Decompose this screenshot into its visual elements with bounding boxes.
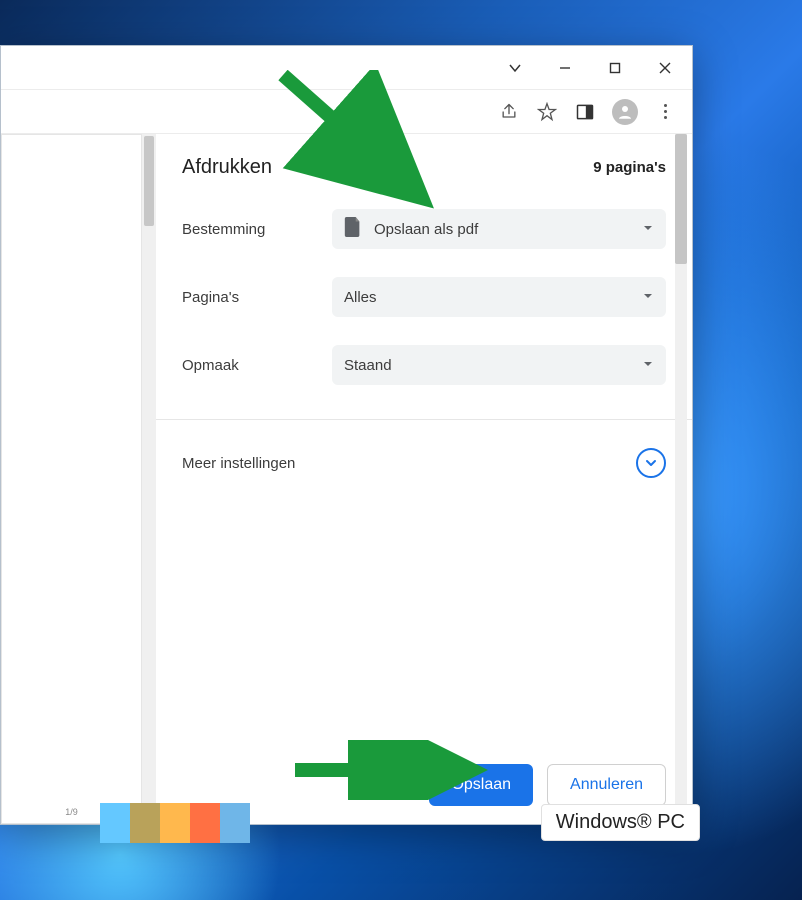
browser-window: 1/9 Afdrukken 9 pagina's Bestemming Opsl… [0, 45, 693, 825]
share-icon[interactable] [498, 101, 520, 123]
layout-select[interactable]: Staand [332, 345, 666, 385]
minimize-button[interactable] [542, 50, 588, 86]
panel-title: Afdrukken [182, 156, 272, 179]
destination-label: Bestemming [182, 221, 332, 238]
tab-dropdown-button[interactable] [492, 50, 538, 86]
profile-avatar[interactable] [612, 99, 638, 125]
print-dialog-content: 1/9 Afdrukken 9 pagina's Bestemming Opsl… [1, 134, 692, 824]
layout-value: Staand [344, 357, 392, 374]
more-settings-label: Meer instellingen [182, 455, 295, 472]
pages-row: Pagina's Alles [182, 277, 666, 317]
cancel-button-label: Annuleren [570, 776, 643, 794]
color-swatch [220, 803, 250, 843]
browser-toolbar [1, 90, 692, 134]
print-preview-column: 1/9 [1, 134, 156, 824]
maximize-button[interactable] [592, 50, 638, 86]
more-settings-row[interactable]: Meer instellingen [182, 420, 666, 506]
print-settings-panel: Afdrukken 9 pagina's Bestemming Opslaan … [156, 134, 692, 824]
layout-label: Opmaak [182, 357, 332, 374]
color-swatch [160, 803, 190, 843]
save-button-label: Opslaan [451, 776, 511, 794]
more-settings-toggle[interactable] [636, 448, 666, 478]
panel-scrollbar-thumb[interactable] [675, 134, 687, 264]
color-swatch [100, 803, 130, 843]
window-titlebar [1, 46, 692, 90]
chevron-down-icon [642, 357, 654, 374]
destination-select[interactable]: Opslaan als pdf [332, 209, 666, 249]
underlying-card-label: Windows® PC [541, 804, 700, 841]
color-swatch [190, 803, 220, 843]
color-swatch [130, 803, 160, 843]
kebab-menu-icon[interactable] [654, 101, 676, 123]
bookmark-star-icon[interactable] [536, 101, 558, 123]
underlying-page-strip: Windows® PC [100, 800, 700, 845]
panel-scrollbar-track[interactable] [675, 134, 687, 824]
print-preview-page: 1/9 [1, 134, 142, 824]
preview-scrollbar-thumb[interactable] [144, 136, 154, 226]
preview-scrollbar[interactable] [142, 134, 156, 824]
layout-row: Opmaak Staand [182, 345, 666, 385]
dialog-footer: Opslaan Annuleren [182, 748, 666, 806]
destination-row: Bestemming Opslaan als pdf [182, 209, 666, 249]
close-button[interactable] [642, 50, 688, 86]
page-count: 9 pagina's [593, 159, 666, 176]
pages-value: Alles [344, 289, 377, 306]
panel-header: Afdrukken 9 pagina's [182, 156, 666, 179]
destination-value: Opslaan als pdf [374, 221, 478, 238]
chevron-down-icon [642, 221, 654, 238]
sidepanel-icon[interactable] [574, 101, 596, 123]
chevron-down-icon [642, 289, 654, 306]
pdf-document-icon [344, 217, 362, 241]
panel-scrollbar[interactable] [674, 134, 688, 824]
pages-label: Pagina's [182, 289, 332, 306]
pages-select[interactable]: Alles [332, 277, 666, 317]
